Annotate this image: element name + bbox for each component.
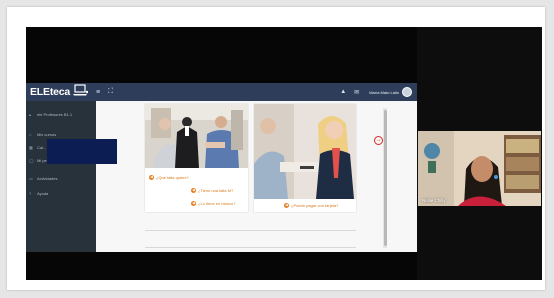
shop-photo-2 [254,104,356,199]
sidebar-item-my-courses[interactable]: ⌂ Mis cursos [29,132,56,137]
logo[interactable]: ELEteca [30,83,89,101]
sidebar-item-label: Cal... [37,145,47,150]
sidebar-item-label: ele Profesores B1.1 [37,112,73,117]
shared-lms-window: ELEteca ≡ ⛶ ▲ ✉ María Mato Lallo ▴ ele P… [26,83,417,252]
exercise-card-1: ◀ ¿Qué talla quiere? ◀ ¿Tiene una talla … [145,104,248,212]
sidebar-item-calendar[interactable]: ▦ Cal... [29,145,46,150]
scrollbar-thumb[interactable] [384,110,387,246]
speaker-icon: ◀ [284,202,289,208]
speaker-icon: ◀ [149,174,154,180]
main-content: ◀ ¿Qué talla quiere? ◀ ¿Tiene una talla … [96,101,417,252]
webcam-tile: Nellie Chilly [418,131,541,206]
question-text: ¿Tiene una talla M? [198,188,234,193]
exercise-card-2: ◀ ¿Puedo pagar con tarjeta? [254,104,356,212]
redaction-block [47,139,117,164]
question-text: ¿Puedo pagar con tarjeta? [291,203,339,208]
question-text: ¿Qué talla quiere? [156,175,189,180]
graduation-icon: ▴ [29,112,32,117]
question-text: ¿Lo tiene en blanco? [198,201,236,206]
support-icon: ? [29,191,32,196]
mail-icon[interactable]: ✉ [354,89,359,96]
next-arrow-icon[interactable]: → [374,136,383,145]
app-header: ELEteca ≡ ⛶ ▲ ✉ María Mato Lallo [26,83,417,101]
avatar[interactable] [402,87,412,97]
participant-name: Nellie Chilly [422,198,446,203]
top-black-area [26,27,417,83]
sidebar-item-help[interactable]: ? Ayuda [29,191,48,196]
calendar-icon: ▦ [29,145,33,150]
sidebar: ▴ ele Profesores B1.1 ⌂ Mis cursos ▦ Cal… [26,101,96,252]
bottom-black-area [26,252,417,280]
webcam-video [418,131,541,206]
question-item[interactable]: ◀ ¿Puedo pagar con tarjeta? [284,203,338,208]
logo-text: ELEteca [30,86,71,98]
question-item[interactable]: ◀ ¿Qué talla quiere? [149,175,189,180]
menu-icon[interactable]: ≡ [96,89,100,96]
sidebar-item-label: Ayuda [37,191,49,196]
question-item[interactable]: ◀ ¿Lo tiene en blanco? [191,201,235,206]
bell-icon[interactable]: ▲ [340,89,346,95]
sidebar-item-label: Actividades [37,176,58,181]
laptop-logo-icon [72,83,89,101]
speaker-icon: ◀ [191,187,196,193]
sidebar-item-label: Mis cursos [37,132,57,137]
sidebar-item-activities[interactable]: ▭ Actividades [29,176,57,181]
home-icon: ⌂ [29,132,32,137]
sidebar-item-course[interactable]: ▴ ele Profesores B1.1 [29,112,72,117]
question-item[interactable]: ◀ ¿Tiene una talla M? [191,188,233,193]
divider-line [145,230,356,231]
user-name[interactable]: María Mato Lallo [369,90,399,95]
divider-line [145,247,356,248]
speaker-icon: ◀ [191,200,196,206]
fullscreen-icon[interactable]: ⛶ [108,88,113,96]
message-icon: ◯ [29,158,34,163]
book-icon: ▭ [29,176,33,181]
shop-photo-1 [145,104,248,168]
